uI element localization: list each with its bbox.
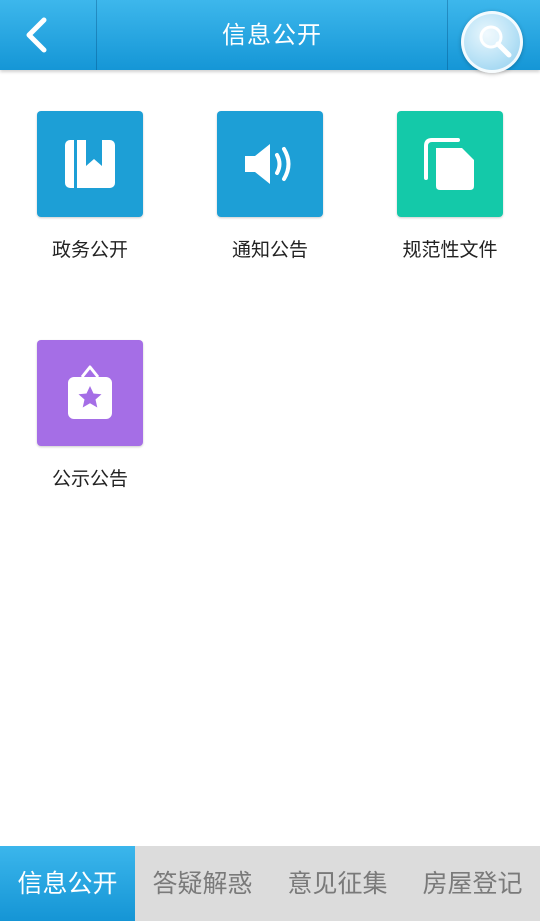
- search-bubble: [461, 11, 523, 73]
- bottom-tab-bar: 信息公开 答疑解惑 意见征集 房屋登记: [0, 846, 540, 921]
- chevron-left-icon: [26, 17, 47, 53]
- magnifier-icon: [479, 25, 512, 58]
- tab-housing-registration[interactable]: 房屋登记: [405, 846, 540, 921]
- tile-regulatory-documents: [397, 111, 503, 217]
- grid-item-notice[interactable]: 通知公告: [180, 111, 360, 271]
- search-button[interactable]: [447, 0, 540, 73]
- grid-item-label: 公示公告: [51, 468, 128, 490]
- header-bar: 信息公开: [0, 0, 540, 73]
- star-notice-board-icon: [68, 365, 112, 419]
- documents-icon: [424, 138, 474, 190]
- grid-item-government-affairs[interactable]: 政务公开: [0, 111, 180, 271]
- grid-item-label: 通知公告: [231, 239, 308, 261]
- back-button[interactable]: [0, 0, 97, 70]
- tab-opinion-collection[interactable]: 意见征集: [270, 846, 405, 921]
- tab-qa[interactable]: 答疑解惑: [135, 846, 270, 921]
- bookmark-book-icon: [65, 140, 115, 188]
- grid-item-regulatory-documents[interactable]: 规范性文件: [360, 111, 540, 271]
- page-title: 信息公开: [222, 21, 322, 49]
- tab-info-disclosure[interactable]: 信息公开: [0, 846, 135, 921]
- grid-item-label: 规范性文件: [402, 239, 498, 261]
- tile-public-announcement: [37, 340, 143, 446]
- speaker-icon: [245, 144, 291, 184]
- grid-item-public-announcement[interactable]: 公示公告: [0, 340, 180, 500]
- grid-item-label: 政务公开: [51, 239, 128, 261]
- tile-notice: [217, 111, 323, 217]
- tile-government-affairs: [37, 111, 143, 217]
